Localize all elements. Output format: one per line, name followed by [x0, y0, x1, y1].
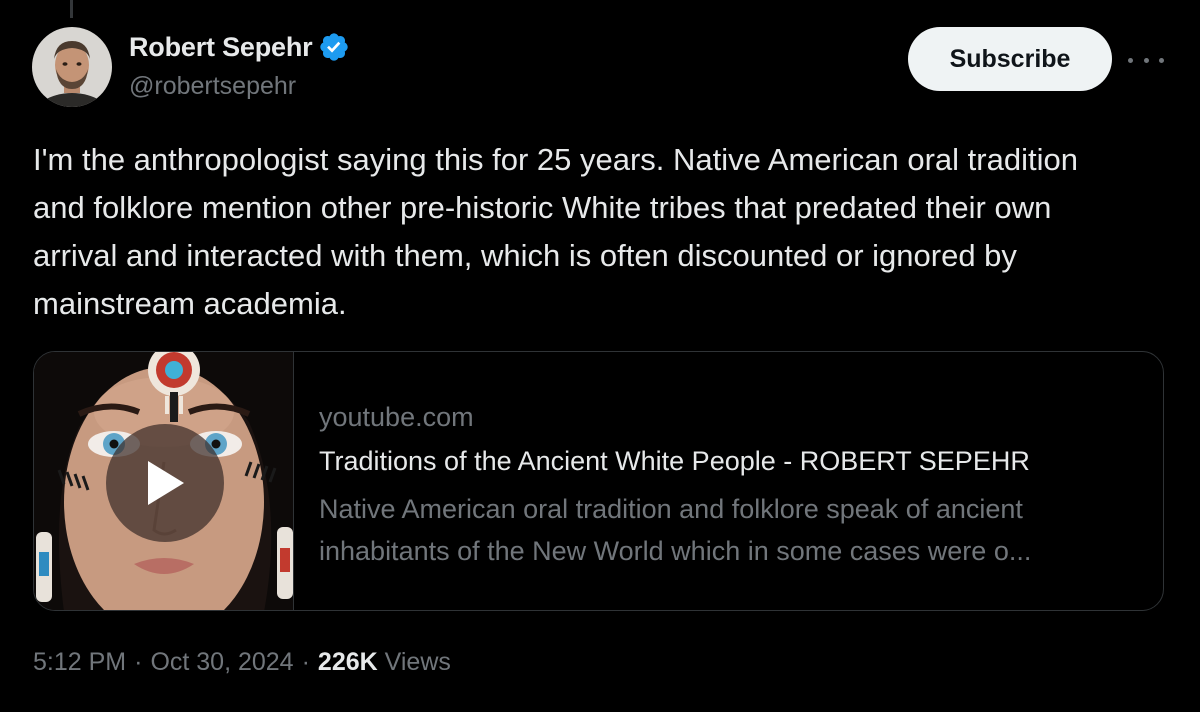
avatar[interactable] [32, 27, 112, 107]
author-handle[interactable]: @robertsepehr [129, 72, 296, 101]
author-name-link[interactable]: Robert Sepehr [129, 31, 350, 63]
tweet-date[interactable]: Oct 30, 2024 [150, 648, 293, 677]
tweet-metadata: 5:12 PM · Oct 30, 2024 · 226K Views [33, 648, 451, 677]
play-icon[interactable] [106, 424, 224, 542]
card-divider [293, 352, 294, 610]
card-domain: youtube.com [319, 402, 474, 432]
link-preview-card[interactable]: youtube.com Traditions of the Ancient Wh… [33, 351, 1164, 611]
meta-separator: · [134, 648, 143, 676]
card-title: Traditions of the Ancient White People -… [319, 446, 1030, 476]
meta-separator: · [301, 648, 310, 676]
more-horizontal-icon[interactable] [1128, 48, 1164, 72]
views-label: Views [384, 648, 451, 676]
thread-connector-line [70, 0, 73, 18]
tweet-text: I'm the anthropologist saying this for 2… [33, 142, 1087, 321]
author-display-name: Robert Sepehr [129, 31, 313, 62]
card-description: Native American oral tradition and folkl… [319, 494, 1032, 566]
video-thumbnail[interactable] [34, 352, 293, 610]
views-count: 226K [317, 648, 378, 676]
subscribe-button[interactable]: Subscribe [908, 27, 1112, 91]
tweet-time[interactable]: 5:12 PM [33, 648, 126, 677]
verified-badge-icon[interactable] [318, 31, 350, 63]
